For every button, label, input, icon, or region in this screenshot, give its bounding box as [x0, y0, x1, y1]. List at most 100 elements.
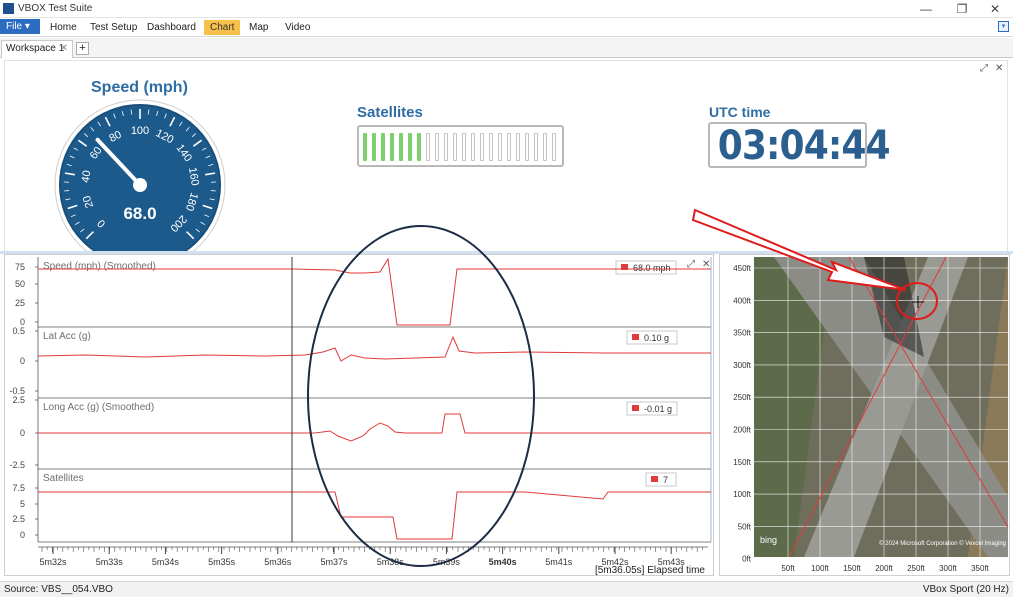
close-icon[interactable]: ✕ — [995, 63, 1003, 74]
x-tick-label: 5m34s — [152, 557, 180, 567]
x-tick-label: 5m40s — [489, 557, 517, 567]
expand-icon[interactable]: ⤢ — [980, 63, 988, 74]
x-tick-label: 5m41s — [545, 557, 573, 567]
satellite-bar — [435, 133, 439, 161]
y-tick-label: 2.5 — [12, 514, 25, 524]
satellite-bar — [471, 133, 475, 161]
series-title: Lat Acc (g) — [43, 331, 91, 342]
satellite-bar — [552, 133, 556, 161]
map-y-label: 250ft — [733, 393, 752, 402]
x-tick-label: 5m36s — [264, 557, 292, 567]
satellite-bar — [408, 133, 412, 161]
menu-home[interactable]: Home — [44, 20, 83, 35]
map-x-label: 200ft — [875, 564, 894, 573]
map-y-label: 200ft — [733, 426, 752, 435]
bing-logo: bing — [760, 535, 777, 545]
map-copyright: © 2024 Microsoft Corporation © Vexcel Im… — [879, 540, 1006, 547]
legend-swatch — [632, 405, 639, 411]
series-title: Satellites — [43, 473, 84, 484]
map-y-label: 450ft — [733, 264, 752, 273]
satellite-signal-bars — [357, 125, 564, 167]
y-tick-label: 0 — [20, 530, 25, 540]
map-x-label: 100ft — [811, 564, 830, 573]
x-tick-label: 5m37s — [320, 557, 348, 567]
utc-time-title: UTC time — [709, 104, 771, 120]
status-bar: Source: VBS__054.VBO VBox Sport (20 Hz) — [0, 581, 1013, 597]
series-line — [37, 335, 711, 362]
close-window-button[interactable]: ✕ — [977, 0, 1013, 18]
satellite-bar — [372, 133, 376, 161]
satellite-bar — [507, 133, 511, 161]
speed-gauge-title: Speed (mph) — [91, 79, 188, 96]
workspace-tab-bar: Workspace 1 ✕ + — [0, 38, 1013, 58]
map-x-label: 300ft — [939, 564, 958, 573]
series-title: Long Acc (g) (Smoothed) — [43, 402, 154, 413]
map-y-label: 350ft — [733, 329, 752, 338]
utc-time-display: 03:04:44 — [708, 122, 891, 169]
file-menu-button[interactable]: File ▾ — [0, 19, 40, 34]
map-y-label: 150ft — [733, 458, 752, 467]
utc-time-value: 03:04:44 — [717, 123, 891, 169]
x-tick-label: 5m32s — [39, 557, 67, 567]
map-x-label: 250ft — [907, 564, 926, 573]
device-rate: VBox Sport (20 Hz) — [922, 584, 1009, 595]
speed-gauge: 020406080 100 120140160180200 68.0 — [54, 99, 226, 253]
source-file: Source: VBS__054.VBO — [4, 584, 113, 595]
title-bar: VBOX Test Suite — ❐ ✕ — [0, 0, 1013, 18]
chart-expand-icon: ⤢ — [687, 259, 695, 270]
satellite-bar — [480, 133, 484, 161]
minimize-button[interactable]: — — [908, 0, 944, 18]
restore-button[interactable]: ❐ — [944, 0, 980, 18]
elapsed-time-readout: [5m36.05s] Elapsed time — [595, 565, 705, 576]
speed-readout: 68.0 — [123, 204, 156, 223]
ribbon-collapse-icon[interactable]: ▾ — [998, 21, 1009, 32]
tab-workspace-1[interactable]: Workspace 1 ✕ — [1, 40, 73, 58]
app-icon — [3, 3, 14, 14]
gauge-tick-label: 100 — [131, 125, 149, 137]
window-title: VBOX Test Suite — [18, 3, 93, 14]
satellite-bar — [426, 133, 430, 161]
chart-close-icon: ✕ — [702, 259, 710, 270]
map-view[interactable]: 450ft 400ft 350ft 300ft 250ft 200ft 150ft 100ft… — [720, 255, 1011, 577]
map-y-label: 400ft — [733, 296, 752, 305]
tab-label: Workspace 1 — [6, 43, 65, 54]
satellite-bar — [516, 133, 520, 161]
x-tick-label: 5m38s — [377, 557, 405, 567]
add-tab-button[interactable]: + — [76, 42, 89, 55]
menu-chart[interactable]: Chart — [204, 20, 241, 35]
legend-swatch — [632, 334, 639, 340]
x-tick-label: 5m33s — [96, 557, 124, 567]
menu-map[interactable]: Map — [243, 20, 274, 35]
y-tick-label: 75 — [15, 262, 25, 272]
map-y-label: 300ft — [733, 361, 752, 370]
x-tick-label: 5m39s — [433, 557, 461, 567]
x-tick-label: 5m35s — [208, 557, 236, 567]
map-x-label: 150ft — [843, 564, 862, 573]
satellite-bar — [534, 133, 538, 161]
satellite-bar — [381, 133, 385, 161]
satellite-bar — [453, 133, 457, 161]
map-y-label: 0ft — [742, 555, 752, 564]
legend-value: 68.0 mph — [633, 263, 671, 273]
ribbon-menu: File ▾ Home Test Setup Dashboard Chart M… — [0, 18, 1013, 37]
y-tick-label: -2.5 — [9, 460, 25, 470]
legend-box — [645, 472, 677, 487]
satellite-bar — [543, 133, 547, 161]
y-tick-label: 0 — [20, 428, 25, 438]
map-y-label: 100ft — [733, 490, 752, 499]
y-tick-label: 5 — [20, 499, 25, 509]
menu-dashboard[interactable]: Dashboard — [141, 20, 202, 35]
satellite-bar — [489, 133, 493, 161]
y-tick-label: 25 — [15, 298, 25, 308]
tab-close-icon[interactable]: ✕ — [60, 41, 68, 57]
y-tick-label: 50 — [15, 279, 25, 289]
map-y-label: 50ft — [738, 522, 752, 531]
satellite-bar — [399, 133, 403, 161]
chart-panel[interactable]: Speed (mph) (Smoothed) 75 50 25 0 68.0 mph Lat… — [4, 254, 714, 576]
y-tick-label: 0.5 — [12, 326, 25, 336]
menu-test-setup[interactable]: Test Setup — [84, 20, 143, 35]
series-line — [38, 413, 711, 442]
time-series-chart[interactable]: Speed (mph) (Smoothed)755025068.0 mphLat… — [5, 255, 715, 577]
menu-video[interactable]: Video — [279, 20, 316, 35]
map-panel[interactable]: 450ft 400ft 350ft 300ft 250ft 200ft 150ft 100ft… — [719, 254, 1010, 576]
